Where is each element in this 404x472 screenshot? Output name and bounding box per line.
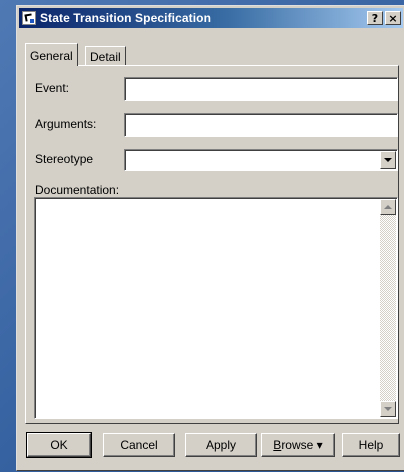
arguments-label: Arguments: [35,117,97,131]
stereotype-select[interactable] [124,149,398,171]
cancel-button[interactable]: Cancel [103,433,175,457]
event-input[interactable] [124,77,398,101]
general-tab-panel: Event: Arguments: Stereotype Documentati… [25,65,399,424]
scroll-down-button[interactable] [380,401,396,417]
tab-general[interactable]: General [25,43,78,66]
dropdown-arrow-icon: ▾ [316,438,323,452]
documentation-scrollbar[interactable] [380,199,396,417]
ok-label: OK [50,438,68,452]
close-button[interactable]: × [385,11,401,25]
apply-label: Apply [205,438,237,452]
stereotype-dropdown-button[interactable] [380,151,396,169]
tab-detail[interactable]: Detail [85,46,126,66]
arguments-input[interactable] [124,113,398,137]
help-caption-button[interactable]: ? [367,11,383,25]
window-title: State Transition Specification [40,11,212,25]
browse-label: rowse [281,438,314,452]
documentation-textarea[interactable] [34,197,398,419]
documentation-label: Documentation: [35,183,120,197]
chevron-down-icon [384,158,392,162]
browse-button[interactable]: Browse ▾ [261,433,335,457]
arrow-down-icon [384,407,392,411]
help-label: Help [358,438,384,452]
stereotype-label: Stereotype [35,152,94,166]
browse-mnemonic: B [273,438,282,452]
apply-button[interactable]: Apply [185,433,257,457]
scroll-up-button[interactable] [380,199,396,215]
dialog-app-icon [22,11,36,25]
help-button[interactable]: Help [342,433,400,457]
title-bar[interactable]: State Transition Specification ? × [19,8,403,28]
cancel-label: Cancel [120,438,158,452]
specification-dialog: State Transition Specification ? × Gener… [16,5,404,471]
event-label: Event: [35,81,70,95]
arrow-up-icon [384,205,392,209]
ok-button[interactable]: OK [26,432,92,458]
